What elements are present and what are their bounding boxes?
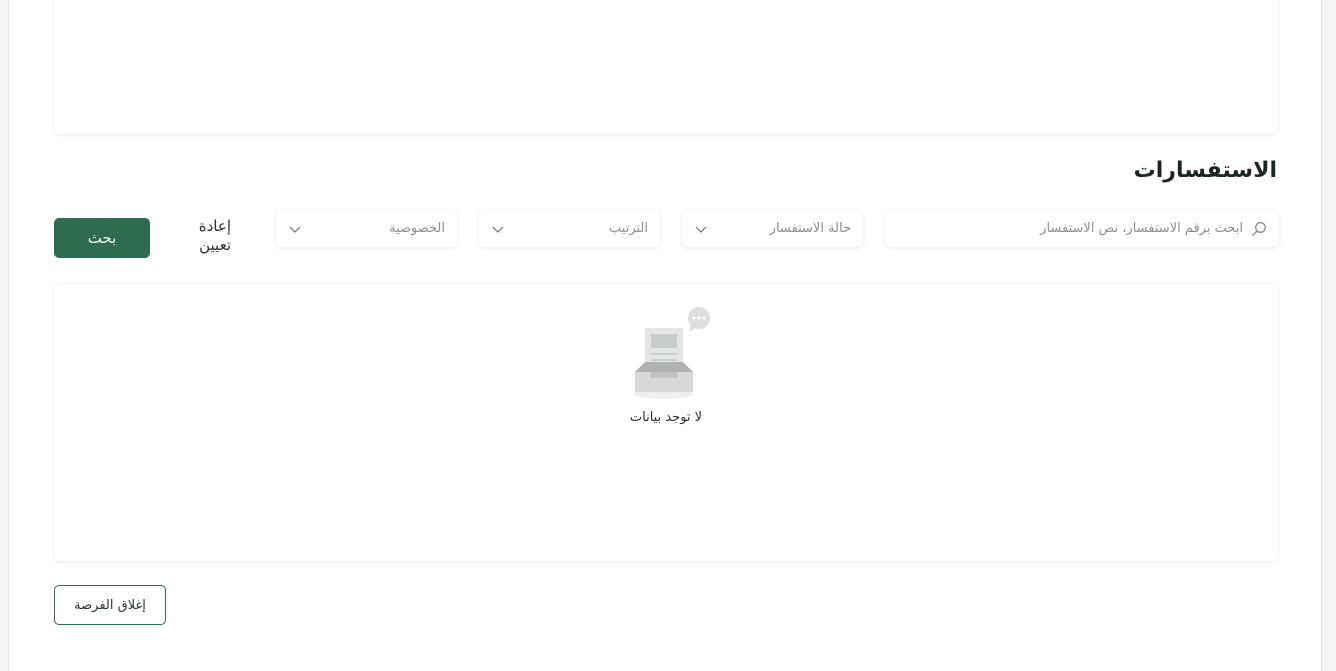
page-container: الاستفسارات حالة الاستفسار الترتيب الخصو…	[8, 0, 1322, 671]
search-button[interactable]: بحث	[54, 218, 150, 258]
privacy-select-label: الخصوصية	[389, 221, 445, 236]
close-opportunity-button[interactable]: إغلاق الفرصة	[54, 585, 166, 625]
chevron-down-icon	[288, 222, 302, 236]
top-content-card	[54, 0, 1278, 134]
search-icon	[1251, 221, 1267, 237]
empty-state-text: لا توجد بيانات	[629, 410, 703, 425]
empty-inbox-icon	[611, 306, 721, 406]
chevron-down-icon	[491, 222, 505, 236]
results-card: لا توجد بيانات	[54, 284, 1278, 561]
privacy-select[interactable]: الخصوصية	[276, 210, 457, 247]
order-select-label: الترتيب	[609, 221, 648, 236]
order-select[interactable]: الترتيب	[479, 210, 660, 247]
reset-button[interactable]: إعادة تعيين	[179, 217, 231, 255]
search-input[interactable]	[885, 221, 1243, 236]
section-title: الاستفسارات	[1133, 158, 1277, 183]
chevron-down-icon	[694, 222, 708, 236]
status-select[interactable]: حالة الاستفسار	[682, 210, 863, 247]
empty-state: لا توجد بيانات	[54, 306, 1278, 425]
status-select-label: حالة الاستفسار	[769, 221, 851, 236]
search-box[interactable]	[885, 210, 1279, 247]
